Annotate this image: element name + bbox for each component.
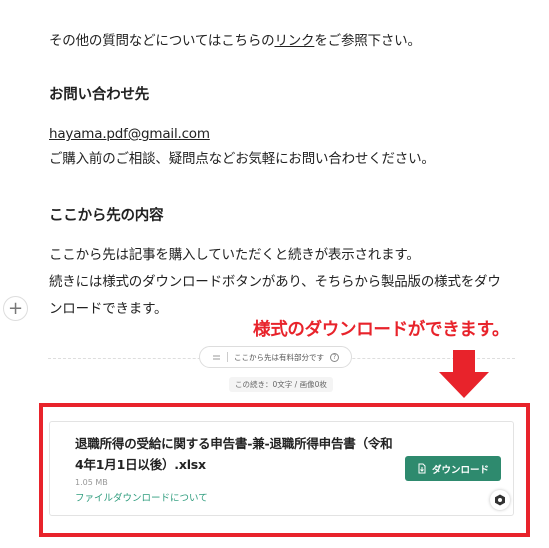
intro-line: その他の質問などについてはこちらのリンクをご参照下さい。 <box>49 30 421 52</box>
paid-line-1: ここから先は記事を購入していただくと続きが表示されます。 <box>49 247 420 263</box>
contact-note: ご購入前のご相談、疑問点などお気軽にお問い合わせください。 <box>49 151 435 167</box>
intro-after: をご参照下さい。 <box>314 33 421 49</box>
file-size: 1.05 MB <box>75 478 108 487</box>
intro-before: その他の質問などについてはこちらの <box>49 33 275 49</box>
add-block-button[interactable]: + <box>3 296 28 321</box>
floating-logo-button[interactable] <box>490 490 510 510</box>
download-button[interactable]: ダウンロード <box>405 456 501 481</box>
contact-heading: お問い合わせ先 <box>49 87 150 103</box>
question-icon[interactable]: ? <box>330 352 339 362</box>
file-download-help-link[interactable]: ファイルダウンロードについて <box>75 490 208 504</box>
download-icon <box>418 463 426 474</box>
help-link[interactable]: リンク <box>274 33 314 49</box>
paid-line-3: ンロードできます。 <box>49 301 168 317</box>
paywall-count: この続き：0文字 / 画像0枚 <box>229 377 333 392</box>
download-button-label: ダウンロード <box>431 464 489 476</box>
equal-icon <box>213 355 220 359</box>
paywall-divider-label: ここから先は有料部分です <box>234 352 324 362</box>
paid-heading: ここから先の内容 <box>49 208 164 224</box>
annotation-text: 様式のダウンロードができます。 <box>253 320 510 340</box>
contact-email-link[interactable]: hayama.pdf@gmail.com <box>49 123 210 145</box>
plus-icon: + <box>7 297 24 319</box>
pill-separator <box>227 352 228 362</box>
paywall-divider-pill: ここから先は有料部分です ? <box>199 346 352 368</box>
down-arrow-icon <box>439 350 489 398</box>
file-title: 退職所得の受給に関する申告書-兼-退職所得申告書（令和4年1月1日以後）.xls… <box>75 436 393 472</box>
logo-icon <box>495 494 505 506</box>
paid-line-2: 続きには様式のダウンロードボタンがあり、そちらから製品版の様式をダウ <box>49 274 501 290</box>
